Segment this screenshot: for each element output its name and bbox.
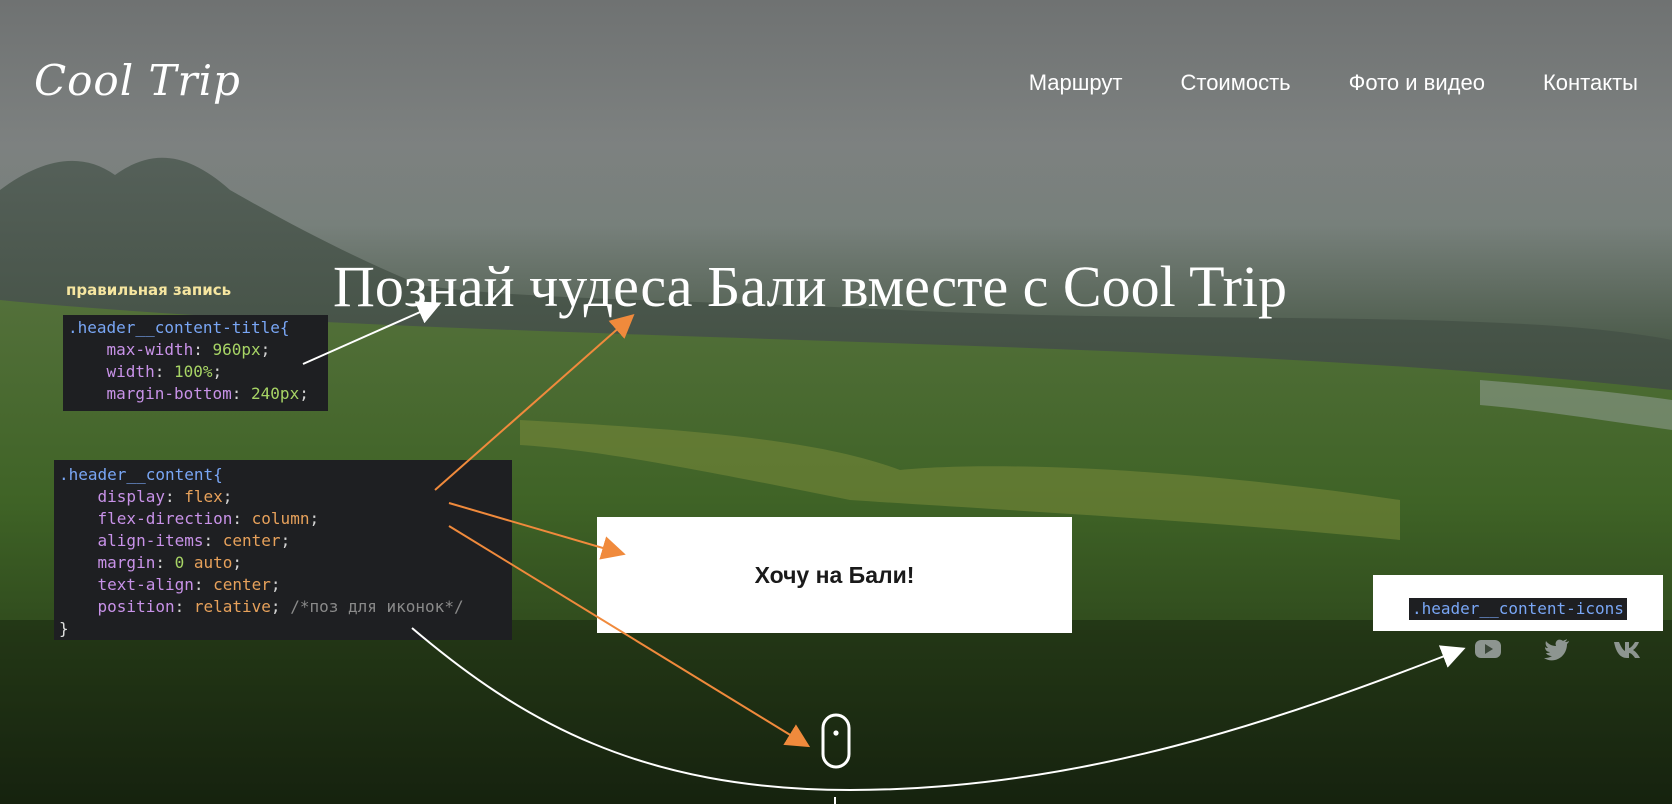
code-property: margin-bottom <box>106 384 232 403</box>
icons-selector-note: .header__content-icons <box>1373 575 1663 631</box>
code-brace: } <box>59 619 69 638</box>
code-snippet-content: .header__content{ display: flex; flex-di… <box>54 460 512 640</box>
main-nav: Маршрут Стоимость Фото и видео Контакты <box>1029 70 1638 96</box>
site-logo[interactable]: Cool Trip <box>34 56 241 105</box>
code-property: max-width <box>106 340 194 359</box>
code-selector: .header__content-title{ <box>68 318 290 337</box>
code-property: display <box>97 487 165 506</box>
mouse-scroll-icon[interactable] <box>821 713 851 769</box>
code-property: flex-direction <box>97 509 233 528</box>
code-value: center <box>222 531 281 550</box>
code-property: text-align <box>97 575 194 594</box>
vk-icon[interactable] <box>1613 636 1641 662</box>
code-snippet-title: .header__content-title{ max-width: 960px… <box>63 315 328 411</box>
code-value: relative <box>193 597 271 616</box>
youtube-icon[interactable] <box>1474 636 1502 662</box>
code-selector: .header__content-icons <box>1409 598 1627 620</box>
code-value: 100% <box>173 362 213 381</box>
nav-item-price[interactable]: Стоимость <box>1180 70 1290 96</box>
code-value: auto <box>193 553 233 572</box>
code-property: width <box>106 362 155 381</box>
twitter-icon[interactable] <box>1543 636 1571 662</box>
nav-item-route[interactable]: Маршрут <box>1029 70 1123 96</box>
hero-title: Познай чудеса Бали вместе с Cool Trip <box>333 254 1287 319</box>
code-property: position <box>97 597 175 616</box>
code-value: 0 <box>174 553 185 572</box>
code-selector: .header__content{ <box>59 465 223 484</box>
nav-item-media[interactable]: Фото и видео <box>1349 70 1485 96</box>
code-value: flex <box>184 487 223 506</box>
code-property: margin <box>97 553 156 572</box>
code-property: align-items <box>97 531 204 550</box>
cta-button[interactable]: Хочу на Бали! <box>597 517 1072 633</box>
annotation-label: правильная запись <box>66 281 232 299</box>
code-comment: /*поз для иконок*/ <box>290 597 464 616</box>
code-value: 240px <box>251 384 300 403</box>
nav-item-contacts[interactable]: Контакты <box>1543 70 1638 96</box>
code-value: 960px <box>212 340 261 359</box>
code-value: center <box>213 575 271 594</box>
code-value: column <box>251 509 310 528</box>
